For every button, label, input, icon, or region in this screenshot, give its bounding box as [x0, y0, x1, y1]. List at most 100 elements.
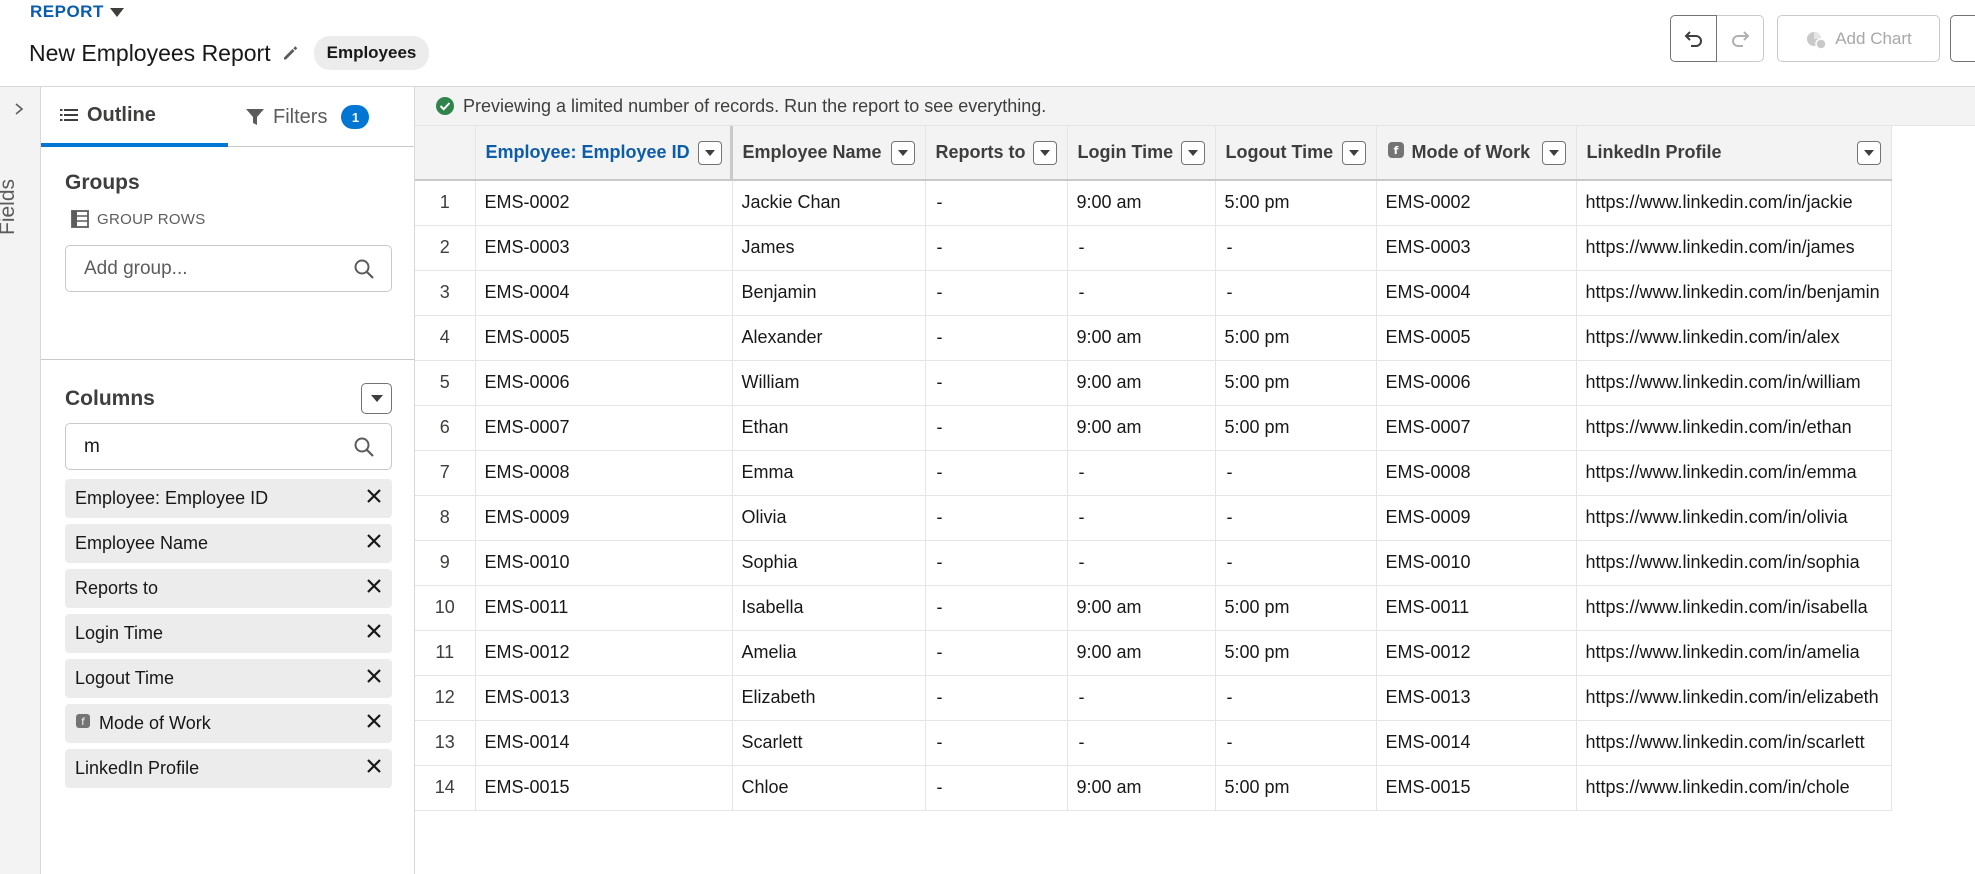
table-cell: EMS-0008 — [475, 450, 733, 496]
table-row[interactable]: 9 EMS-0010 Sophia - - - EMS-0010 https://www.li… — [415, 540, 1892, 586]
column-menu-button[interactable] — [1032, 140, 1057, 165]
report-type-menu[interactable]: REPORT — [30, 2, 124, 22]
table-row[interactable]: 7 EMS-0008 Emma - - - EMS-0008 https://www.link… — [415, 450, 1892, 496]
column-item[interactable]: Employee Name — [65, 524, 392, 563]
column-item[interactable]: LinkedIn Profile — [65, 749, 392, 788]
column-item-label: Reports to — [75, 578, 159, 598]
table-cell: - — [1215, 720, 1377, 766]
table-cell: EMS-0014 — [1376, 720, 1577, 766]
remove-column-icon[interactable] — [366, 578, 382, 599]
table-cell: 9:00 am — [1067, 765, 1216, 811]
table-row[interactable]: 5 EMS-0006 William -9:00 am 5:00 pm EMS-0006 h… — [415, 360, 1892, 406]
table-cell: EMS-0009 — [1376, 495, 1577, 541]
column-item-label: LinkedIn Profile — [75, 758, 200, 778]
remove-column-icon[interactable] — [366, 758, 382, 779]
column-header[interactable]: f Mode of Work — [1376, 126, 1577, 181]
column-menu-button[interactable] — [1180, 140, 1205, 165]
table-cell: - — [1067, 270, 1216, 316]
table-cell: EMS-0013 — [475, 675, 733, 721]
row-number: 7 — [415, 450, 476, 496]
column-header[interactable]: Employee Name — [732, 126, 926, 181]
table-row[interactable]: 11 EMS-0012 Amelia -9:00 am 5:00 pm EMS-0012 h… — [415, 630, 1892, 676]
row-number: 8 — [415, 495, 476, 541]
column-header-label: Reports to — [935, 142, 1026, 162]
tab-outline[interactable]: Outline — [41, 87, 228, 147]
columns-menu-button[interactable] — [361, 383, 392, 414]
remove-column-icon[interactable] — [366, 713, 382, 734]
column-header[interactable]: Reports to — [925, 126, 1068, 181]
title-row: New Employees Report Employees — [29, 36, 430, 70]
table-row[interactable]: 3 EMS-0004 Benjamin - - - EMS-0004 https://www.… — [415, 270, 1892, 316]
column-header-label: Mode of Work — [1411, 142, 1531, 162]
table-cell: 9:00 am — [1067, 585, 1216, 631]
table-cell: EMS-0004 — [1376, 270, 1577, 316]
table-cell: EMS-0003 — [1376, 225, 1577, 271]
row-number: 12 — [415, 675, 476, 721]
table-cell: - — [1067, 450, 1216, 496]
table-cell: Scarlett — [732, 720, 926, 766]
pencil-icon[interactable] — [280, 43, 300, 63]
remove-column-icon[interactable] — [366, 623, 382, 644]
panel-tabs: Outline Filters 1 — [41, 87, 414, 147]
column-header[interactable]: Login Time — [1067, 126, 1216, 181]
filter-icon — [246, 109, 264, 125]
table-row[interactable]: 14 EMS-0015 Chloe -9:00 am 5:00 pm EMS-0015 ht… — [415, 765, 1892, 811]
column-header[interactable]: Logout Time — [1215, 126, 1377, 181]
groups-title: Groups — [65, 171, 140, 194]
column-menu-button[interactable] — [1856, 140, 1881, 165]
column-menu-button[interactable] — [697, 140, 722, 165]
column-item[interactable]: Employee: Employee ID — [65, 479, 392, 518]
table-row[interactable]: 10 EMS-0011 Isabella -9:00 am 5:00 pm EMS-001… — [415, 585, 1892, 631]
column-item[interactable]: Reports to — [65, 569, 392, 608]
chevron-right-icon[interactable] — [11, 101, 27, 117]
column-menu-button[interactable] — [1341, 140, 1366, 165]
table-cell: - — [925, 225, 1068, 271]
table-cell: EMS-0010 — [1376, 540, 1577, 586]
row-number: 13 — [415, 720, 476, 766]
columns-search-input[interactable]: m — [65, 423, 392, 470]
column-header[interactable]: LinkedIn Profile — [1576, 126, 1892, 181]
edge-button[interactable] — [1950, 15, 1975, 62]
search-icon — [354, 259, 374, 279]
column-menu-button[interactable] — [890, 140, 915, 165]
column-item[interactable]: f Mode of Work — [65, 704, 392, 743]
redo-button[interactable] — [1717, 15, 1764, 62]
remove-column-icon[interactable] — [366, 488, 382, 509]
success-icon — [436, 97, 454, 115]
table-cell: 5:00 pm — [1215, 315, 1377, 361]
column-menu-button[interactable] — [1541, 140, 1566, 165]
remove-column-icon[interactable] — [366, 668, 382, 689]
column-item-label-wrap: Employee Name — [75, 533, 208, 554]
column-item[interactable]: Login Time — [65, 614, 392, 653]
table-row[interactable]: 8 EMS-0009 Olivia - - - EMS-0009 https://www.li… — [415, 495, 1892, 541]
add-chart-button[interactable]: Add Chart — [1777, 15, 1940, 62]
table-row[interactable]: 12 EMS-0013 Elizabeth - - - EMS-0013 https://ww… — [415, 675, 1892, 721]
outline-panel: Outline Filters 1 Groups GROUP ROWS Add … — [41, 87, 415, 874]
table-row[interactable]: 4 EMS-0005 Alexander -9:00 am 5:00 pm EMS-000… — [415, 315, 1892, 361]
column-item[interactable]: Logout Time — [65, 659, 392, 698]
table-row[interactable]: 13 EMS-0014 Scarlett - - - EMS-0014 https://www… — [415, 720, 1892, 766]
table-cell: 9:00 am — [1067, 360, 1216, 406]
undo-button[interactable] — [1670, 15, 1717, 62]
column-header[interactable]: Employee: Employee ID — [475, 126, 733, 181]
table-cell: - — [925, 180, 1068, 226]
row-number: 6 — [415, 405, 476, 451]
tab-filters[interactable]: Filters 1 — [245, 87, 370, 147]
table-row[interactable]: 1 EMS-0002 Jackie Chan -9:00 am 5:00 pm EMS-0… — [415, 180, 1892, 226]
formula-icon: f — [75, 713, 91, 734]
table-cell: Chloe — [732, 765, 926, 811]
fields-rail-label: Fields — [0, 178, 19, 235]
table-cell: - — [1215, 270, 1377, 316]
row-number: 14 — [415, 765, 476, 811]
table-cell: EMS-0011 — [1376, 585, 1577, 631]
column-item-label: Logout Time — [75, 668, 175, 688]
table-cell: EMS-0005 — [1376, 315, 1577, 361]
table-cell: https://www.linkedin.com/in/chole — [1576, 765, 1892, 811]
add-group-input[interactable]: Add group... — [65, 245, 392, 292]
table-row[interactable]: 2 EMS-0003 James - - - EMS-0003 https://www.lin… — [415, 225, 1892, 271]
remove-column-icon[interactable] — [366, 533, 382, 554]
table-row[interactable]: 6 EMS-0007 Ethan -9:00 am 5:00 pm EMS-0007 htt… — [415, 405, 1892, 451]
table-cell: 5:00 pm — [1215, 630, 1377, 676]
fields-rail[interactable]: Fields — [0, 87, 41, 874]
group-rows-text: GROUP ROWS — [97, 210, 206, 228]
